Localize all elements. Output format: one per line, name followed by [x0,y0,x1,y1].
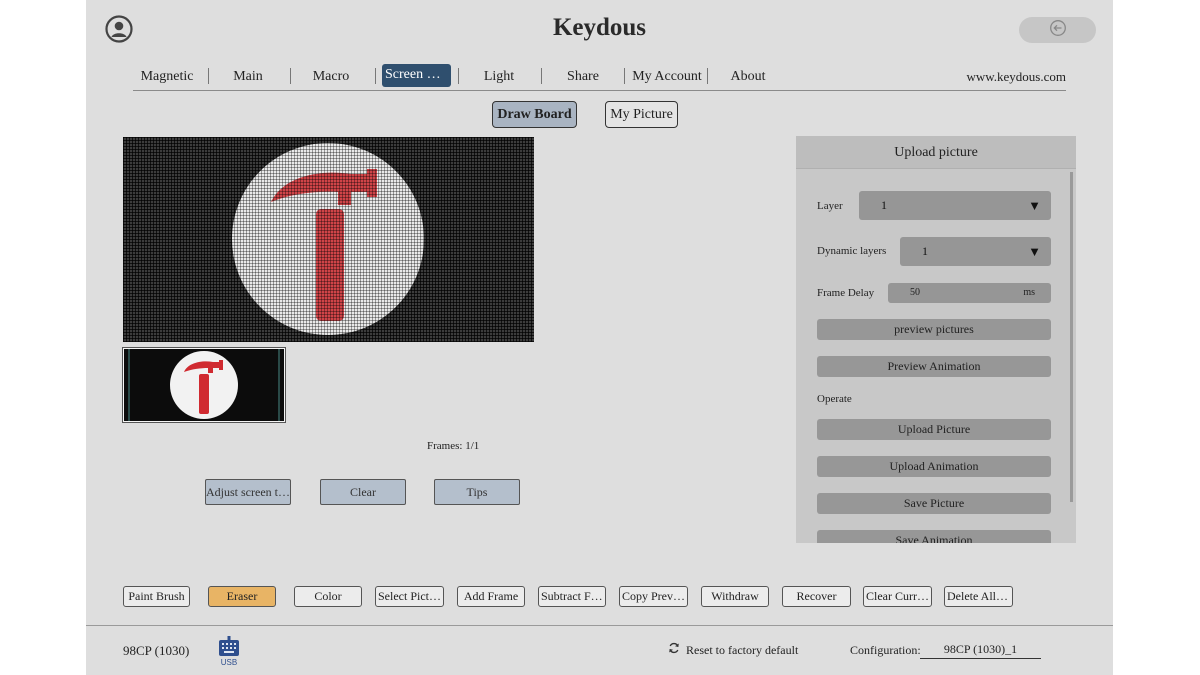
frame-delay-value: 50 [910,287,920,298]
nav-item-main[interactable]: Main [223,65,273,89]
frames-counter: Frames: 1/1 [427,440,480,452]
draw-board-canvas[interactable] [123,137,534,342]
configuration-select[interactable]: 98CP (1030)_1 [920,640,1041,659]
upload-animation-button[interactable]: Upload Animation [817,456,1051,477]
select-picture-button[interactable]: Select Picture [375,586,444,607]
configuration-label: Configuration: [850,643,921,657]
nav-item-about[interactable]: About [722,65,774,89]
back-button[interactable] [1019,17,1096,43]
dynamic-layers-value: 1 [922,244,928,258]
save-animation-button[interactable]: Save Animation [817,530,1051,543]
clear-button[interactable]: Clear [320,479,406,505]
operate-label: Operate [817,393,852,405]
paint-brush-button[interactable]: Paint Brush [123,586,190,607]
nav-divider [624,68,625,84]
nav-item-screen-settings[interactable]: Screen Se… [382,64,451,87]
layer-select[interactable]: 1 ▼ [859,191,1051,220]
color-button[interactable]: Color [294,586,362,607]
adjust-screen-button[interactable]: Adjust screen t… [205,479,291,505]
nav-item-macro[interactable]: Macro [306,65,356,89]
nav-divider [208,68,209,84]
dynamic-layers-label: Dynamic layers [817,245,887,257]
main-nav: Magnetic Main Macro Screen Se… Light Sha… [133,63,1066,91]
nav-item-magnetic[interactable]: Magnetic [133,65,201,89]
recover-button[interactable]: Recover [782,586,851,607]
hammer-thumbnail-image [128,349,280,421]
withdraw-button[interactable]: Withdraw [701,586,769,607]
nav-item-light[interactable]: Light [473,65,525,89]
dropdown-caret-icon: ▼ [1028,244,1041,259]
copy-previous-button[interactable]: Copy Previ… [619,586,688,607]
back-arrow-icon [1049,19,1067,42]
frame-delay-unit: ms [1023,287,1035,298]
nav-divider [375,68,376,84]
upload-panel: Upload picture Layer 1 ▼ Dynamic layers … [796,136,1076,543]
preview-animation-button[interactable]: Preview Animation [817,356,1051,377]
refresh-icon [668,642,680,658]
nav-item-my-account[interactable]: My Account [629,65,705,89]
save-picture-button[interactable]: Save Picture [817,493,1051,514]
frame-delay-input[interactable]: 50 ms [888,283,1051,303]
tab-draw-board[interactable]: Draw Board [492,101,577,128]
nav-divider [707,68,708,84]
reset-factory-button[interactable]: Reset to factory default [668,642,798,658]
nav-divider [541,68,542,84]
subtract-frame-button[interactable]: Subtract Fr… [538,586,606,607]
nav-item-share[interactable]: Share [557,65,609,89]
app-window: Keydous Magnetic Main Macro Screen Se… L… [86,0,1113,675]
clear-current-button[interactable]: Clear Curr… [863,586,932,607]
usb-label: USB [220,658,238,667]
panel-scrollbar[interactable] [1070,172,1073,502]
reset-factory-label: Reset to factory default [686,642,799,657]
nav-divider [458,68,459,84]
frame-delay-label: Frame Delay [817,287,875,299]
nav-divider [290,68,291,84]
delete-all-button[interactable]: Delete All … [944,586,1013,607]
dropdown-caret-icon: ▼ [1028,198,1041,213]
usb-keyboard-icon: USB [217,636,241,668]
website-link[interactable]: www.keydous.com [966,65,1066,89]
hammer-logo-image [232,143,424,335]
panel-title: Upload picture [796,136,1076,169]
upload-picture-button[interactable]: Upload Picture [817,419,1051,440]
device-name: 98CP (1030) [123,643,190,658]
status-bar: 98CP (1030) USB Reset to factory default… [86,625,1113,675]
layer-label: Layer [817,200,843,212]
dynamic-layers-select[interactable]: 1 ▼ [900,237,1051,266]
layer-value: 1 [881,198,887,212]
app-title: Keydous [552,14,647,41]
add-frame-button[interactable]: Add Frame [457,586,525,607]
eraser-button[interactable]: Eraser [208,586,276,607]
preview-pictures-button[interactable]: preview pictures [817,319,1051,340]
tips-button[interactable]: Tips [434,479,520,505]
tab-my-picture[interactable]: My Picture [605,101,678,128]
frame-thumbnail[interactable] [122,347,286,423]
